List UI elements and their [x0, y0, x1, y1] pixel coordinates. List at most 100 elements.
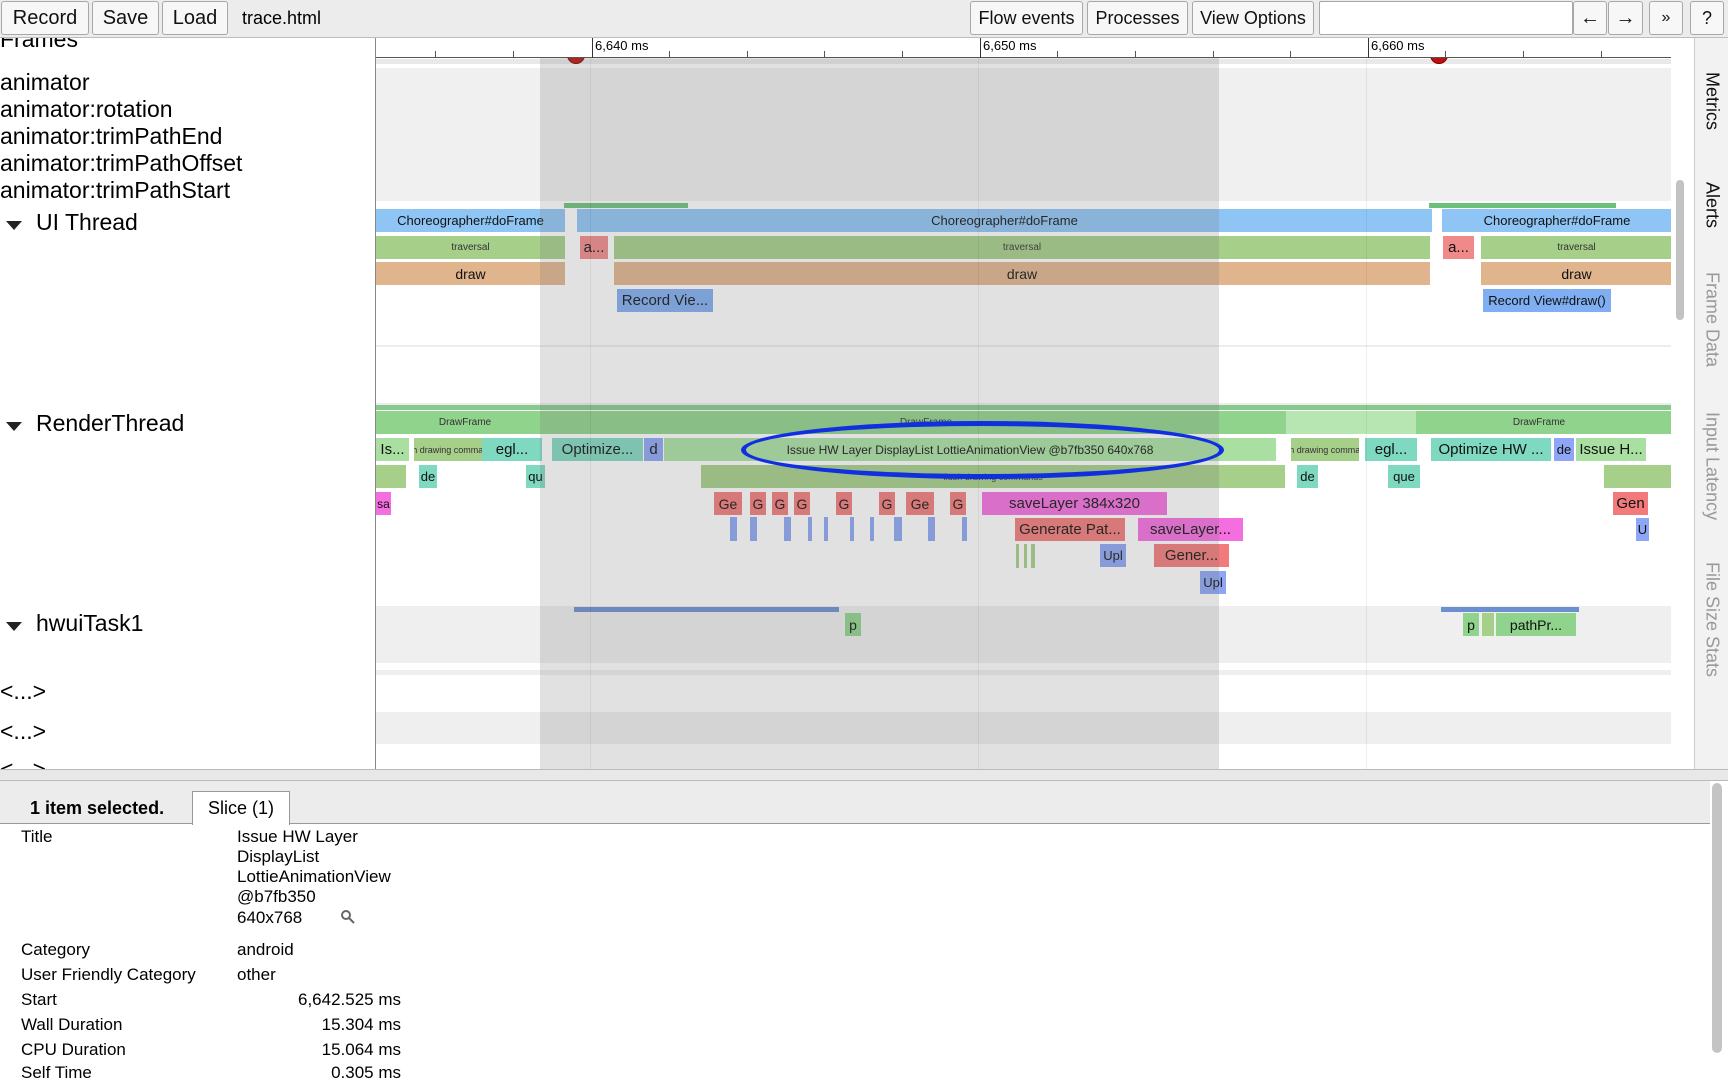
start-key: Start: [21, 990, 57, 1009]
animation-slice[interactable]: a...: [1443, 236, 1474, 259]
dequeue-slice[interactable]: de: [419, 465, 437, 488]
cpu-duration-value: 15.064 ms: [321, 1040, 401, 1059]
timeline-scrollbar[interactable]: [1676, 180, 1684, 320]
save-button[interactable]: Save: [92, 1, 159, 35]
collapsed-track-label[interactable]: <...>: [0, 718, 46, 744]
selection-count: 1 item selected.: [30, 798, 165, 818]
collapsed-track-label[interactable]: <...>: [0, 756, 46, 769]
queue-slice[interactable]: que: [1388, 465, 1420, 488]
title-value-line: DisplayList: [237, 847, 320, 866]
selection-range: [540, 58, 1219, 769]
timeline-view[interactable]: Choreographer#doFrame Choreographer#doFr…: [375, 38, 1671, 769]
self-time-value: 0.305 ms: [331, 1063, 401, 1080]
hwui-task-slice[interactable]: [1482, 613, 1494, 636]
time-ruler[interactable]: 6,640 ms 6,650 ms 6,660 ms: [376, 38, 1671, 58]
choreographer-doframe-slice[interactable]: Choreographer#doFrame: [376, 209, 565, 232]
drawframe-slice[interactable]: DrawFrame: [376, 411, 554, 434]
egl-swap-slice[interactable]: egl...: [482, 438, 542, 461]
panel-header: 1 item selected. Slice (1): [0, 781, 1710, 825]
hwui-task-collapse-caret[interactable]: [6, 622, 22, 631]
collapsed-track-label[interactable]: <...>: [0, 678, 46, 704]
panel-splitter[interactable]: [0, 769, 1728, 781]
dequeue-slice[interactable]: de: [1297, 465, 1318, 488]
ui-thread-summary-bar: [1429, 203, 1616, 208]
hwui-task-label[interactable]: hwuiTask1: [36, 610, 143, 636]
metrics-tab[interactable]: Metrics: [1695, 68, 1728, 168]
egl-swap-slice[interactable]: egl...: [1365, 438, 1417, 461]
gridline: [590, 58, 591, 769]
magnifier-icon[interactable]: [340, 909, 356, 925]
draw-slice[interactable]: draw: [376, 262, 565, 285]
cpu-duration-key: CPU Duration: [21, 1040, 126, 1059]
animator-trimpathoffset-label: animator:trimPathOffset: [0, 150, 243, 176]
save-layer-slice[interactable]: sa: [376, 492, 391, 515]
optimize-hw-slice[interactable]: Optimize HW ...: [1431, 438, 1551, 461]
toolbar: Record Save Load trace.html Flow events …: [0, 0, 1728, 38]
load-button[interactable]: Load: [162, 1, 228, 35]
frames-label: Frames: [0, 38, 78, 52]
flow-events-button[interactable]: Flow events: [970, 1, 1083, 35]
ruler-tick-label: 6,650 ms: [983, 38, 1037, 53]
flush-drawing-commands-slice[interactable]: flush drawing commands: [414, 438, 482, 461]
animator-label: animator: [0, 69, 90, 95]
alerts-tab[interactable]: Alerts: [1695, 178, 1728, 258]
animator-trimpathend-label: animator:trimPathEnd: [0, 123, 223, 149]
trace-filename: trace.html: [242, 8, 322, 28]
gridline: [978, 58, 979, 769]
user-friendly-category-key: User Friendly Category: [21, 965, 196, 984]
input-latency-tab[interactable]: Input Latency: [1695, 408, 1728, 548]
animator-trimpathstart-label: animator:trimPathStart: [0, 177, 231, 203]
category-value: android: [237, 940, 294, 959]
flush-drawing-commands-slice[interactable]: flush drawing commands: [1291, 438, 1359, 461]
side-panel-tabs: Metrics Alerts Frame Data Input Latency …: [1694, 38, 1728, 769]
title-value-line: 640x768: [237, 908, 303, 927]
render-thread-collapse-caret[interactable]: [6, 422, 22, 431]
highlight-annotation: [741, 421, 1224, 479]
drawframe-idle-slice[interactable]: [1286, 411, 1416, 434]
find-next-button[interactable]: →: [1608, 1, 1643, 35]
title-value-line: @b7fb350: [237, 887, 316, 906]
traversal-slice[interactable]: traversal: [376, 236, 565, 259]
issue-hw-layer-slice[interactable]: Issue H...: [1576, 438, 1646, 461]
choreographer-doframe-slice[interactable]: Choreographer#doFrame: [1442, 209, 1671, 232]
user-friendly-category-value: other: [237, 965, 276, 984]
category-key: Category: [21, 940, 90, 959]
help-button[interactable]: ?: [1690, 1, 1724, 35]
upload-slice[interactable]: U: [1636, 518, 1649, 541]
de-slice[interactable]: de: [1554, 438, 1574, 461]
gridline: [1366, 58, 1367, 769]
title-key: Title: [21, 827, 53, 846]
render-slice[interactable]: [376, 465, 406, 488]
start-value: 6,642.525 ms: [297, 990, 401, 1009]
wall-duration-key: Wall Duration: [21, 1015, 123, 1034]
slice-tab[interactable]: Slice (1): [192, 791, 290, 825]
render-thread-label[interactable]: RenderThread: [36, 410, 184, 436]
processes-button[interactable]: Processes: [1087, 1, 1188, 35]
draw-slice[interactable]: draw: [1481, 262, 1671, 285]
panel-scrollbar[interactable]: [1712, 783, 1722, 1053]
hwui-task-summary-bar: [1441, 607, 1579, 612]
record-view-draw-slice[interactable]: Record View#draw(): [1483, 289, 1611, 312]
expand-panels-button[interactable]: »: [1649, 1, 1683, 35]
find-previous-button[interactable]: ←: [1573, 1, 1607, 35]
path-precache-slice[interactable]: pathPr...: [1496, 613, 1576, 636]
render-slice[interactable]: [1604, 465, 1671, 488]
frame-data-tab[interactable]: Frame Data: [1695, 268, 1728, 398]
ui-thread-label[interactable]: UI Thread: [36, 209, 138, 235]
analysis-panel: 1 item selected. Slice (1) Title Issue H…: [0, 781, 1728, 1080]
traversal-slice[interactable]: traversal: [1481, 236, 1671, 259]
record-button[interactable]: Record: [1, 1, 89, 35]
hwui-task-slice[interactable]: p: [1463, 613, 1479, 636]
search-input[interactable]: [1319, 1, 1573, 35]
track-labels: Frames animator animator:rotation animat…: [0, 38, 375, 769]
file-size-stats-tab[interactable]: File Size Stats: [1695, 558, 1728, 728]
drawframe-slice[interactable]: DrawFrame: [1406, 411, 1671, 434]
ui-thread-collapse-caret[interactable]: [6, 221, 22, 230]
generate-slice[interactable]: Gen: [1613, 492, 1648, 515]
ruler-tick-label: 6,660 ms: [1371, 38, 1425, 53]
title-value-line: LottieAnimationView: [237, 867, 391, 886]
animator-rotation-label: animator:rotation: [0, 96, 173, 122]
issue-slice[interactable]: Is...: [376, 438, 409, 461]
view-options-button[interactable]: View Options: [1192, 1, 1314, 35]
ruler-tick-label: 6,640 ms: [595, 38, 649, 53]
